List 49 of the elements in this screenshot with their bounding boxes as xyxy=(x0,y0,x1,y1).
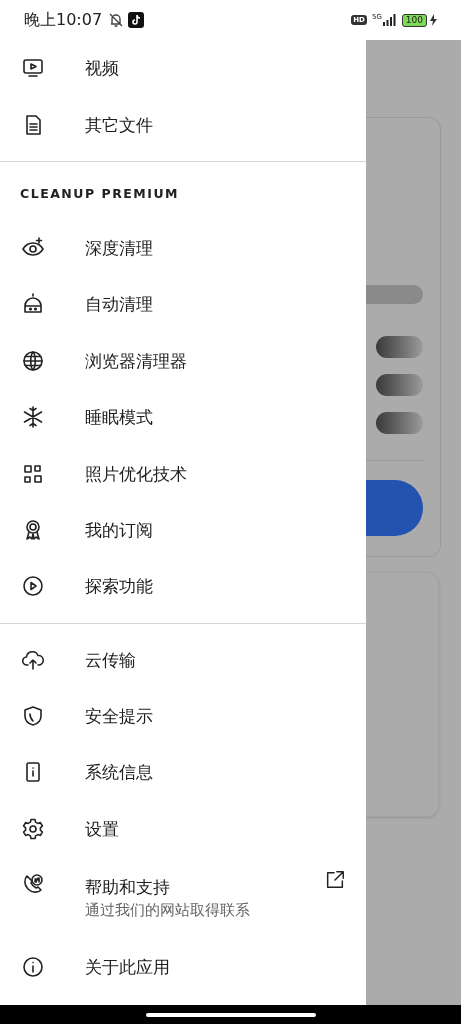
menu-label: 设置 xyxy=(85,817,120,841)
menu-label: 睡眠模式 xyxy=(85,406,154,430)
clock: 晚上10:07 xyxy=(24,9,103,31)
menu-label: 关于此应用 xyxy=(85,956,171,980)
battery-level: 100 xyxy=(401,13,427,27)
menu-item[interactable]: 设置 xyxy=(0,800,366,858)
home-indicator[interactable] xyxy=(145,1012,316,1017)
info-icon xyxy=(21,955,45,980)
menu-item[interactable]: 视频 xyxy=(0,40,366,97)
menu-label: 探索功能 xyxy=(85,575,154,599)
menu-item[interactable]: 照片优化技术 xyxy=(0,445,366,502)
charging-icon xyxy=(430,14,437,26)
mute-icon xyxy=(108,12,125,28)
menu-item[interactable]: 自动清理 xyxy=(0,276,366,333)
menu-label: 自动清理 xyxy=(85,293,154,317)
menu-item[interactable]: 关于此应用 xyxy=(0,939,366,996)
menu-label: 其它文件 xyxy=(85,113,154,137)
shimmer-bar xyxy=(376,336,423,358)
menu-item[interactable]: 我的订阅 xyxy=(0,501,366,559)
menu-label: 帮助和支持 xyxy=(85,876,171,900)
menu-item[interactable]: 浏览器清理器 xyxy=(0,332,366,389)
snowflake-icon xyxy=(21,405,45,430)
globe-icon xyxy=(21,348,45,373)
play-circle-icon xyxy=(21,574,45,599)
menu-item[interactable]: 安全提示 xyxy=(0,687,366,745)
button[interactable] xyxy=(366,480,423,536)
signal-icon xyxy=(382,14,397,26)
settings-icon xyxy=(21,816,45,841)
shimmer-bar xyxy=(376,412,423,434)
menu-label: 照片优化技术 xyxy=(85,462,188,486)
menu-item[interactable]: 系统信息 xyxy=(0,744,366,801)
menu-label: 视频 xyxy=(85,57,120,81)
menu-item[interactable]: 帮助和支持 通过我们的网站取得联系 xyxy=(0,857,366,940)
menu-item[interactable]: 其它文件 xyxy=(0,96,366,153)
menu-item[interactable]: 探索功能 xyxy=(0,558,366,615)
shimmer-bar xyxy=(376,374,423,396)
menu-item[interactable]: 云传输 xyxy=(0,631,366,688)
menu-label: 浏览器清理器 xyxy=(85,349,188,373)
menu-label: 安全提示 xyxy=(85,705,154,729)
menu-label: 云传输 xyxy=(85,648,137,672)
menu-label: 深度清理 xyxy=(85,236,154,260)
menu-label: 系统信息 xyxy=(85,761,154,785)
section-header: CLEANUP PREMIUM xyxy=(19,185,180,204)
menu-label: 我的订阅 xyxy=(85,518,154,542)
menu-subtitle: 通过我们的网站取得联系 xyxy=(85,901,251,921)
shield-icon xyxy=(21,704,45,729)
menu-item[interactable]: 深度清理 xyxy=(0,219,366,277)
music-note-icon xyxy=(128,12,145,28)
menu-item[interactable]: 睡眠模式 xyxy=(0,388,366,446)
